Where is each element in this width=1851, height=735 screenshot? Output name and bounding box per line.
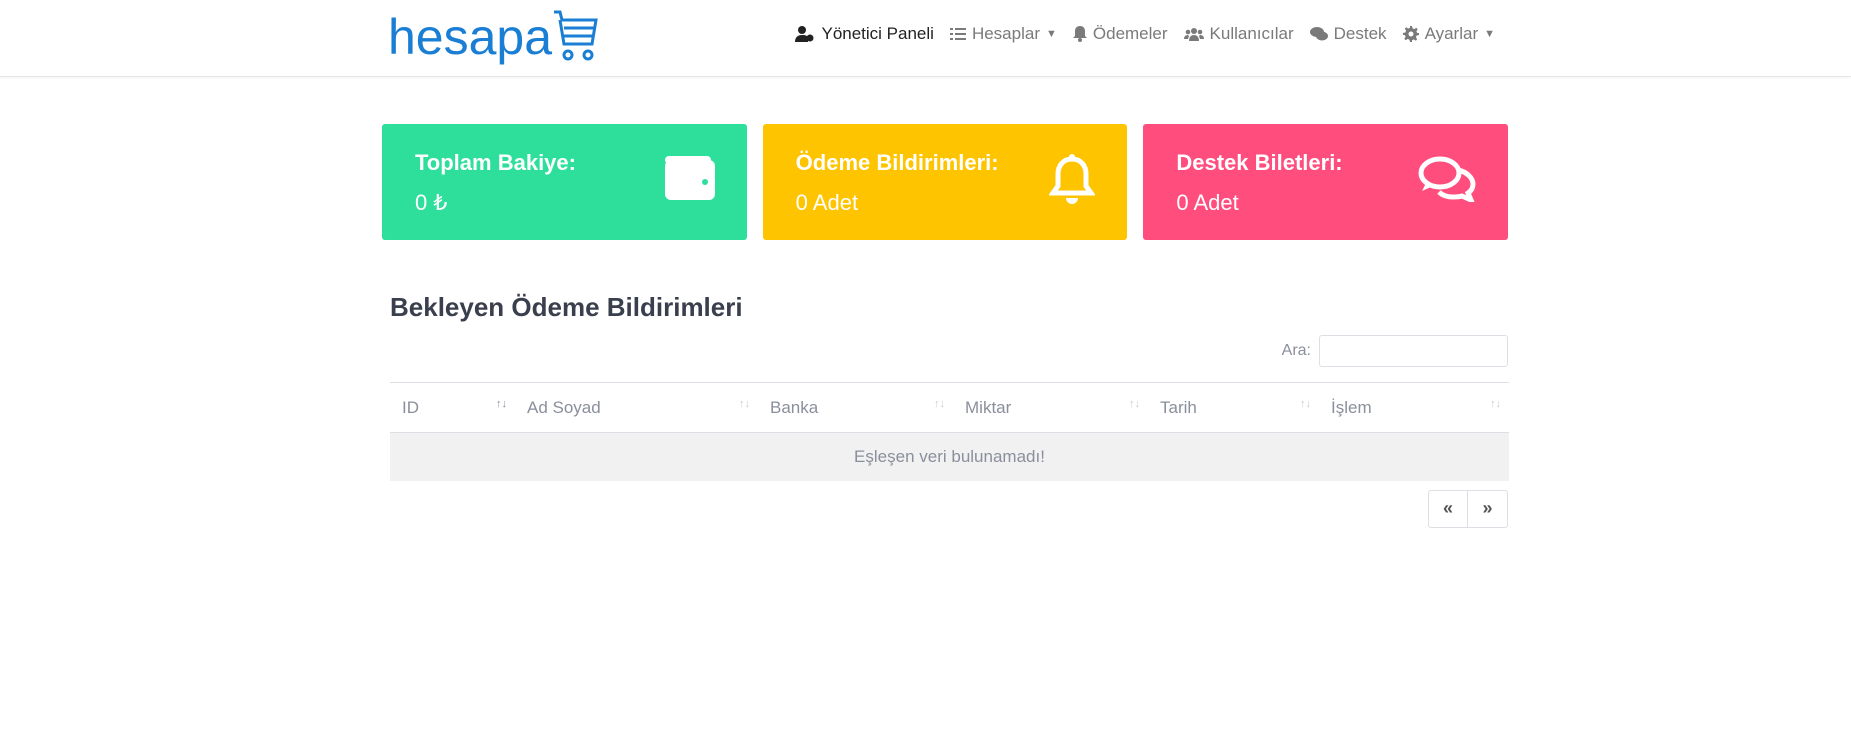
summary-cards: Toplam Bakiye: 0 ₺ Ödeme Bildirimleri: 0…	[382, 124, 1509, 240]
comments-icon	[1309, 27, 1328, 41]
sort-icon: ↑↓	[1300, 397, 1311, 410]
table-row-empty: Eşleşen veri bulunamadı!	[390, 432, 1509, 481]
main-nav: Yönetici Paneli Hesaplar ▼ Ödemeler Kulla…	[795, 24, 1495, 44]
nav-label: Ayarlar	[1424, 24, 1479, 43]
bell-icon	[1049, 154, 1096, 204]
comments-icon	[1418, 156, 1476, 202]
column-header-id[interactable]: ID ↑↓	[390, 382, 515, 433]
pending-payments-section: Bekleyen Ödeme Bildirimleri Ara: ID ↑↓ Ad…	[382, 292, 1509, 528]
next-page-button[interactable]: »	[1468, 489, 1508, 528]
column-header-ad-soyad[interactable]: Ad Soyad ↑↓	[515, 382, 758, 433]
nav-ayarlar[interactable]: Ayarlar ▼	[1402, 24, 1495, 44]
column-label: ID	[402, 397, 419, 417]
column-label: Ad Soyad	[527, 397, 601, 417]
user-gear-icon	[795, 26, 814, 42]
bell-icon	[1072, 26, 1087, 42]
wallet-icon	[664, 156, 715, 200]
chevron-down-icon: ▼	[1484, 28, 1495, 40]
previous-page-button[interactable]: «	[1428, 489, 1468, 528]
pagination: « »	[382, 489, 1508, 528]
column-header-tarih[interactable]: Tarih ↑↓	[1148, 382, 1319, 433]
sort-icon: ↑↓	[1490, 397, 1501, 410]
nav-label: Kullanıcılar	[1209, 24, 1294, 43]
sort-icon: ↑↓	[934, 397, 945, 410]
column-label: Tarih	[1160, 397, 1197, 417]
gear-icon	[1402, 26, 1419, 42]
search-label: Ara:	[1281, 342, 1311, 359]
nav-kullanicilar[interactable]: Kullanıcılar	[1183, 24, 1294, 44]
sort-icon: ↑↓	[496, 397, 507, 410]
column-label: Banka	[770, 397, 819, 417]
sort-icon: ↑↓	[739, 397, 750, 410]
logo-text: hesapa	[388, 9, 553, 65]
nav-hesaplar[interactable]: Hesaplar ▼	[949, 24, 1057, 44]
nav-label: Hesaplar	[971, 24, 1040, 43]
card-toplam-bakiye: Toplam Bakiye: 0 ₺	[382, 124, 747, 240]
header: hesapa Yönetici Paneli Hesaplar ▼ Ödemele…	[0, 0, 1851, 77]
sort-icon: ↑↓	[1129, 397, 1140, 410]
payments-table: ID ↑↓ Ad Soyad ↑↓ Banka ↑↓ Miktar ↑↓ Tarih ↑↓…	[390, 382, 1509, 481]
list-icon	[949, 28, 966, 40]
column-header-miktar[interactable]: Miktar ↑↓	[953, 382, 1148, 433]
search-bar: Ara:	[382, 335, 1508, 367]
nav-label: Destek	[1333, 24, 1387, 43]
logo[interactable]: hesapa	[388, 10, 600, 62]
chevron-down-icon: ▼	[1046, 28, 1057, 40]
nav-destek[interactable]: Destek	[1309, 24, 1387, 44]
nav-label: Yönetici Paneli	[821, 24, 934, 43]
nav-odemeler[interactable]: Ödemeler	[1072, 24, 1168, 44]
nav-label: Ödemeler	[1092, 24, 1168, 43]
search-input[interactable]	[1319, 335, 1508, 367]
column-label: İşlem	[1331, 397, 1372, 417]
column-header-banka[interactable]: Banka ↑↓	[758, 382, 953, 433]
cart-icon	[554, 10, 598, 61]
empty-message: Eşleşen veri bulunamadı!	[390, 432, 1509, 481]
card-odeme-bildirimleri: Ödeme Bildirimleri: 0 Adet	[762, 124, 1128, 240]
card-destek-biletleri: Destek Biletleri: 0 Adet	[1143, 124, 1509, 240]
column-header-islem[interactable]: İşlem ↑↓	[1319, 382, 1509, 433]
nav-yonetici-paneli[interactable]: Yönetici Paneli	[795, 24, 934, 44]
section-title: Bekleyen Ödeme Bildirimleri	[390, 292, 743, 322]
users-icon	[1183, 28, 1204, 41]
column-label: Miktar	[965, 397, 1012, 417]
